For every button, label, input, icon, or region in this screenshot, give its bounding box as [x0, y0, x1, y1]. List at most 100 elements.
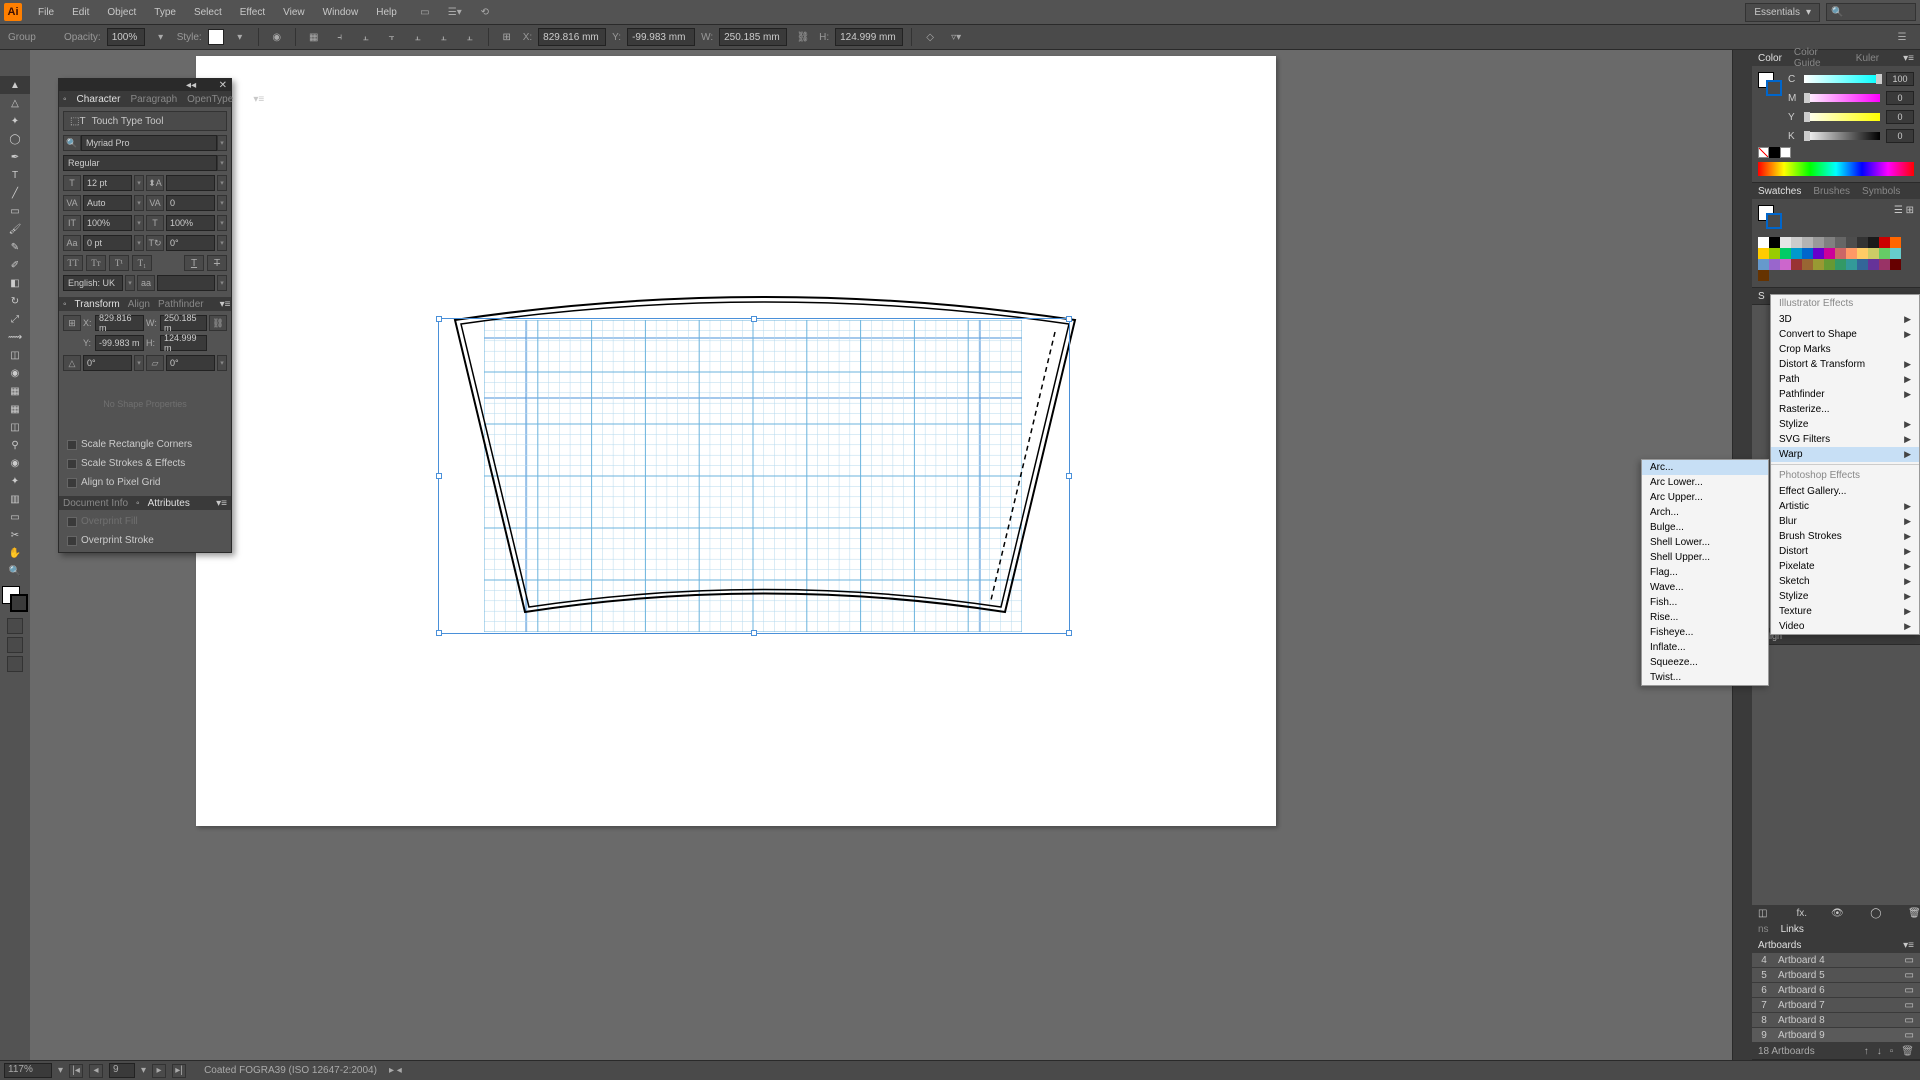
screen-mode-icon[interactable]: [7, 656, 23, 672]
recolor-icon[interactable]: ◉: [267, 27, 287, 47]
swatch[interactable]: [1857, 259, 1868, 270]
fx-item-warp[interactable]: Warp▶: [1771, 447, 1919, 462]
color-spectrum[interactable]: [1758, 162, 1914, 176]
reference-point-icon[interactable]: ⊞: [63, 315, 81, 331]
panel-collapse-icon[interactable]: ◂◂: [186, 80, 196, 91]
tab-artboards[interactable]: Artboards: [1758, 940, 1801, 951]
strikethrough-button[interactable]: T: [207, 255, 227, 271]
shear-input[interactable]: 0°: [166, 355, 215, 371]
eraser-tool[interactable]: ◧: [0, 274, 30, 292]
envelope-icon[interactable]: ▿▾: [946, 27, 966, 47]
vscale-input[interactable]: 100%: [83, 215, 132, 231]
align-center-icon[interactable]: ⫠: [356, 27, 376, 47]
workspace-selector[interactable]: Essentials▾: [1745, 3, 1820, 22]
transform-w-input[interactable]: 250.185 m: [160, 315, 207, 331]
slice-tool[interactable]: ✂: [0, 526, 30, 544]
align-left-icon[interactable]: ⫞: [330, 27, 350, 47]
scale-strokes-checkbox[interactable]: [67, 459, 77, 469]
fx-item--d[interactable]: 3D▶: [1771, 312, 1919, 327]
color-fill-stroke[interactable]: [1758, 72, 1782, 96]
tab-stroke-collapsed[interactable]: S: [1758, 291, 1765, 302]
yellow-slider[interactable]: [1804, 113, 1880, 121]
swatch[interactable]: [1890, 248, 1901, 259]
swatch[interactable]: [1791, 237, 1802, 248]
transform-h-input[interactable]: 124.999 m: [160, 335, 207, 351]
canvas[interactable]: [30, 50, 1732, 1060]
rotation-input[interactable]: 0°: [166, 235, 215, 251]
magenta-slider[interactable]: [1804, 94, 1880, 102]
tab-pathfinder[interactable]: Pathfinder: [158, 299, 204, 310]
fx-item-rasterize---[interactable]: Rasterize...: [1771, 402, 1919, 417]
swatch[interactable]: [1791, 259, 1802, 270]
warp-item-rise---[interactable]: Rise...: [1642, 610, 1768, 625]
swatch[interactable]: [1769, 259, 1780, 270]
tab-brushes[interactable]: Brushes: [1813, 186, 1850, 197]
blob-tool[interactable]: ✐: [0, 256, 30, 274]
next-artboard-button[interactable]: ▸: [152, 1064, 166, 1078]
selection-tool[interactable]: ▲: [0, 76, 30, 94]
kerning-input[interactable]: Auto: [83, 195, 132, 211]
artboard-row[interactable]: 7Artboard 7▭: [1752, 998, 1920, 1013]
link-icon[interactable]: ⛓: [209, 315, 227, 331]
fx-item-stylize[interactable]: Stylize▶: [1771, 589, 1919, 604]
sync-icon[interactable]: ⟲: [475, 2, 495, 22]
warp-item-arc-lower---[interactable]: Arc Lower...: [1642, 475, 1768, 490]
w-input[interactable]: 250.185 mm: [719, 28, 787, 46]
swatch[interactable]: [1758, 259, 1769, 270]
hand-tool[interactable]: ✋: [0, 544, 30, 562]
magic-wand-tool[interactable]: ✦: [0, 112, 30, 130]
align-right-icon[interactable]: ⫟: [382, 27, 402, 47]
fill-stroke-colors[interactable]: [2, 586, 28, 612]
fx-item-convert-to-shape[interactable]: Convert to Shape▶: [1771, 327, 1919, 342]
warp-item-flag---[interactable]: Flag...: [1642, 565, 1768, 580]
draw-mode-icon[interactable]: [7, 637, 23, 653]
artboard-row[interactable]: 6Artboard 6▭: [1752, 983, 1920, 998]
artboard-row[interactable]: 4Artboard 4▭: [1752, 953, 1920, 968]
artboard-tool[interactable]: ▭: [0, 508, 30, 526]
align-icon-1[interactable]: ▦: [304, 27, 324, 47]
tab-paragraph[interactable]: Paragraph: [130, 94, 177, 105]
fx-item-distort[interactable]: Distort▶: [1771, 544, 1919, 559]
prev-artboard-button[interactable]: ◂: [89, 1064, 103, 1078]
fx-item-pathfinder[interactable]: Pathfinder▶: [1771, 387, 1919, 402]
shape-builder-tool[interactable]: ◉: [0, 364, 30, 382]
line-tool[interactable]: ╱: [0, 184, 30, 202]
underline-button[interactable]: T: [184, 255, 204, 271]
transform-x-input[interactable]: 829.816 m: [95, 315, 144, 331]
fx-item-sketch[interactable]: Sketch▶: [1771, 574, 1919, 589]
swatch[interactable]: [1879, 237, 1890, 248]
fx-item-crop-marks[interactable]: Crop Marks: [1771, 342, 1919, 357]
artboard-delete-icon[interactable]: 🗑: [1901, 1046, 1914, 1057]
swatch[interactable]: [1780, 259, 1791, 270]
fx-item-svg-filters[interactable]: SVG Filters▶: [1771, 432, 1919, 447]
none-swatch[interactable]: [1758, 147, 1769, 158]
align-middle-icon[interactable]: ⫠: [434, 27, 454, 47]
black-slider[interactable]: [1804, 132, 1880, 140]
warp-item-twist---[interactable]: Twist...: [1642, 670, 1768, 685]
fx-item-blur[interactable]: Blur▶: [1771, 514, 1919, 529]
swatch[interactable]: [1879, 248, 1890, 259]
swatch[interactable]: [1835, 237, 1846, 248]
swatch[interactable]: [1857, 248, 1868, 259]
menu-help[interactable]: Help: [368, 3, 405, 22]
font-search-icon[interactable]: 🔍: [63, 135, 81, 151]
warp-item-shell-lower---[interactable]: Shell Lower...: [1642, 535, 1768, 550]
font-family-dropdown[interactable]: Myriad Pro: [81, 135, 217, 151]
search-box[interactable]: 🔍: [1826, 3, 1916, 21]
font-size-input[interactable]: 12 pt: [83, 175, 132, 191]
rotate-input[interactable]: 0°: [83, 355, 132, 371]
artboard-up-icon[interactable]: ↑: [1864, 1046, 1869, 1057]
fx-item-path[interactable]: Path▶: [1771, 372, 1919, 387]
hscale-input[interactable]: 100%: [166, 215, 215, 231]
tab-opentype[interactable]: OpenType: [187, 94, 233, 105]
menu-edit[interactable]: Edit: [64, 3, 97, 22]
touch-type-button[interactable]: ⬚TTouch Type Tool: [63, 111, 227, 131]
transform-y-input[interactable]: -99.983 m: [95, 335, 144, 351]
cyan-slider[interactable]: [1804, 75, 1880, 83]
layout-icon[interactable]: ▭: [415, 2, 435, 22]
eyedropper-tool[interactable]: ⚲: [0, 436, 30, 454]
warp-item-squeeze---[interactable]: Squeeze...: [1642, 655, 1768, 670]
menu-type[interactable]: Type: [146, 3, 184, 22]
swatch[interactable]: [1802, 237, 1813, 248]
type-tool[interactable]: T: [0, 166, 30, 184]
